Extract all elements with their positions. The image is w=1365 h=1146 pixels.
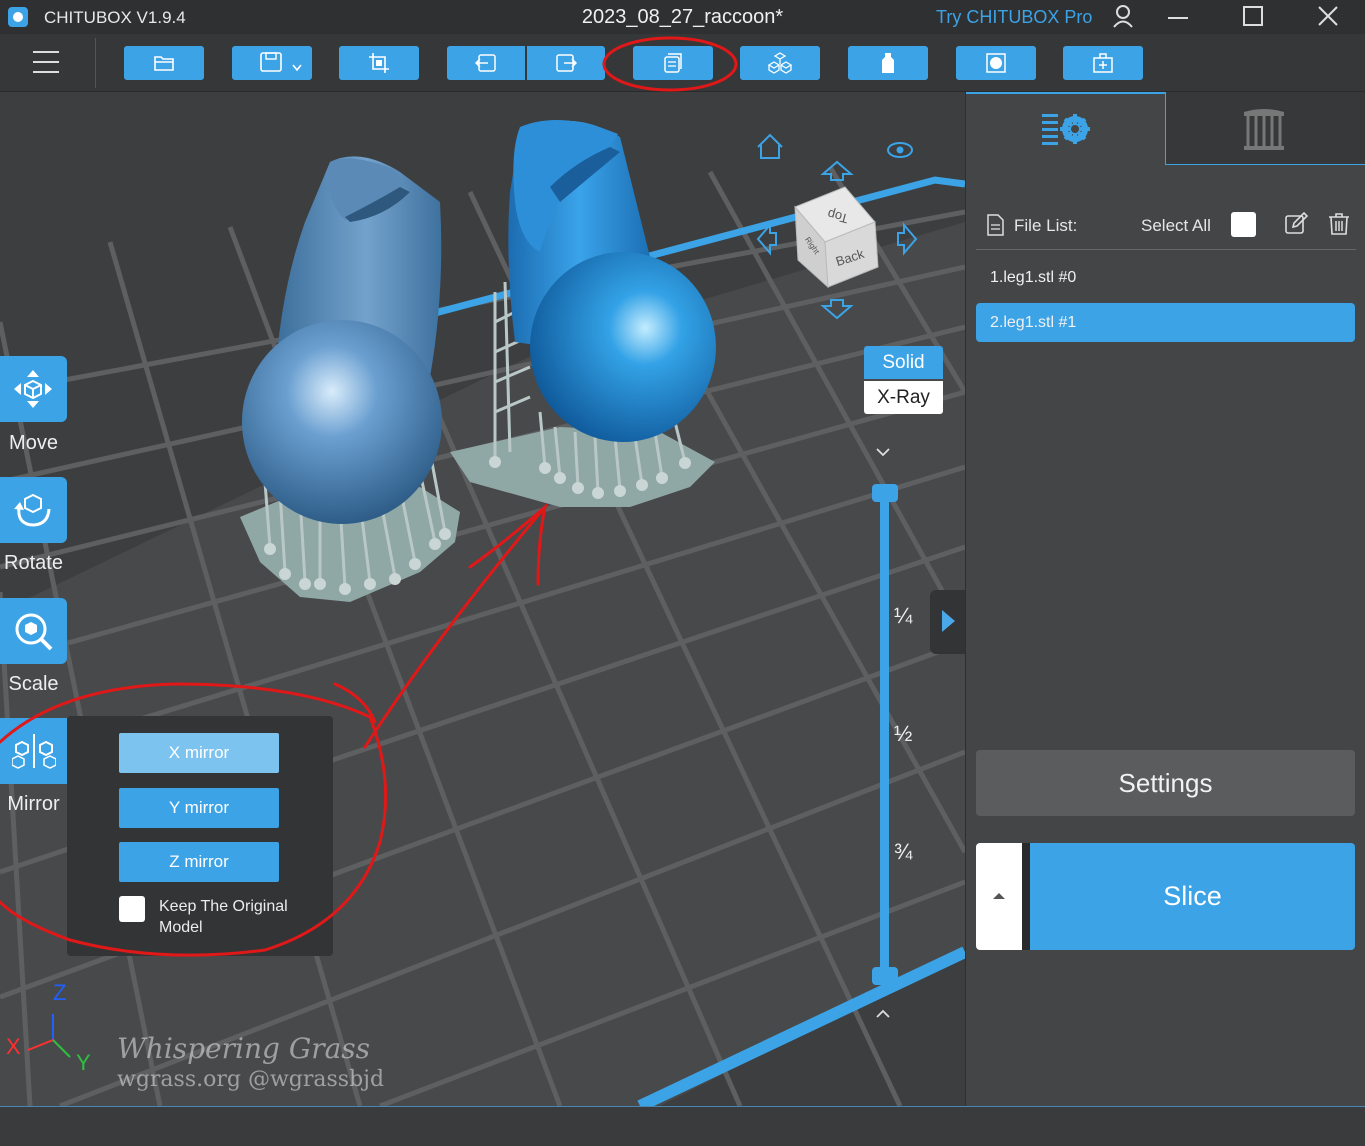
slider-mark-three-quarter: ¾	[894, 839, 913, 864]
open-folder-icon	[154, 56, 174, 71]
move-arrows-icon	[14, 370, 52, 408]
document-title: 2023_08_27_raccoon*	[581, 6, 784, 28]
x-mirror-button[interactable]: X mirror	[119, 733, 279, 773]
xray-view-button[interactable]: X-Ray	[864, 381, 943, 414]
try-pro-link[interactable]: Try CHITUBOX Pro	[936, 7, 1092, 28]
scale-magnifier-icon	[15, 613, 53, 651]
file-list-header: File List: Select All	[976, 200, 1356, 250]
undo-icon	[475, 54, 496, 72]
list-gear-icon	[1042, 114, 1090, 145]
axis-z-label: Z	[53, 980, 66, 1005]
select-all-label: Select All	[1141, 216, 1211, 235]
select-all-checkbox[interactable]	[1231, 212, 1256, 237]
tab-model-settings[interactable]	[966, 92, 1166, 165]
maximize-button[interactable]	[1238, 4, 1268, 30]
auto-layout-button[interactable]	[740, 46, 820, 80]
mirror-panel: X mirror Y mirror Z mirror Keep The Orig…	[67, 716, 333, 956]
chevron-up-icon[interactable]	[874, 1004, 892, 1025]
file-list-item[interactable]: 1.leg1.stl #0	[976, 258, 1355, 297]
keep-original-label: Keep The Original Model	[159, 898, 288, 936]
scale-tool-label: Scale	[8, 673, 59, 695]
layer-slider-bottom-handle[interactable]	[872, 967, 898, 985]
scale-tool-button[interactable]	[0, 598, 67, 664]
layer-slider-top-handle[interactable]	[872, 484, 898, 502]
keep-original-checkbox[interactable]	[119, 896, 145, 922]
slice-button[interactable]: Slice	[1030, 843, 1355, 950]
move-tool-label: Move	[9, 432, 58, 454]
watermark-line1: Whispering Grass	[117, 1032, 371, 1065]
close-button[interactable]	[1313, 4, 1343, 30]
open-file-button[interactable]	[124, 46, 204, 80]
hamburger-menu-icon[interactable]	[30, 48, 62, 76]
settings-button[interactable]: Settings	[976, 750, 1355, 816]
hollow-button[interactable]	[848, 46, 928, 80]
redo-button[interactable]	[527, 46, 605, 80]
rotate-icon	[14, 493, 51, 527]
3d-viewport[interactable]: Top Back Right Z X Y Move Rotate Scale M…	[0, 92, 965, 1106]
save-icon	[260, 52, 302, 72]
rotate-tool-label: Rotate	[4, 552, 63, 574]
supports-columns-icon	[1244, 109, 1284, 150]
crop-frame-icon	[369, 53, 389, 73]
rotate-tool-button[interactable]	[0, 477, 67, 543]
axis-x-label: X	[6, 1034, 21, 1059]
account-icon[interactable]	[1108, 4, 1138, 30]
move-tool-button[interactable]	[0, 356, 67, 422]
z-mirror-button[interactable]: Z mirror	[119, 842, 279, 882]
layout-cubes-icon	[768, 52, 792, 74]
redo-icon	[556, 54, 577, 72]
dig-hole-button[interactable]	[956, 46, 1036, 80]
hollow-bottle-icon	[882, 53, 894, 73]
watermark: Whispering Grass wgrass.org @wgrassbjd	[117, 1032, 384, 1092]
slice-separator	[1022, 843, 1030, 950]
axis-y-label: Y	[76, 1050, 91, 1075]
file-list-item-selected[interactable]: 2.leg1.stl #1	[976, 303, 1355, 342]
crop-frame-button[interactable]	[339, 46, 419, 80]
duplicate-highlight-circle	[602, 36, 738, 92]
tab-supports[interactable]	[1166, 92, 1365, 165]
slice-button-group: Slice	[976, 843, 1355, 950]
right-panel: File List: Select All 1.leg1.stl #0 2.le…	[965, 92, 1365, 1106]
file-document-icon	[987, 214, 1004, 236]
slider-mark-half: ½	[894, 721, 913, 746]
home-view-icon[interactable]	[757, 133, 783, 159]
trash-icon[interactable]	[1328, 212, 1350, 236]
chevron-down-icon[interactable]	[874, 442, 892, 463]
save-button[interactable]	[232, 46, 312, 80]
mirror-tool-button[interactable]	[0, 718, 67, 784]
mirror-tool-label: Mirror	[7, 793, 60, 815]
toolbox-button[interactable]	[1063, 46, 1143, 80]
y-mirror-button[interactable]: Y mirror	[119, 788, 279, 828]
toolbox-icon	[1093, 53, 1113, 73]
slider-mark-quarter: ¼	[894, 603, 913, 628]
panel-collapse-handle[interactable]	[930, 590, 965, 654]
chitubox-window: CHITUBOX V1.9.4 2023_08_27_raccoon* Try …	[0, 0, 1365, 1146]
solid-view-button[interactable]: Solid	[864, 346, 943, 379]
undo-button[interactable]	[447, 46, 525, 80]
mirror-icon	[12, 734, 56, 769]
minimize-button[interactable]	[1163, 4, 1193, 30]
title-bar: CHITUBOX V1.9.4 2023_08_27_raccoon* Try …	[0, 0, 1365, 34]
watermark-line2: wgrass.org @wgrassbjd	[117, 1067, 385, 1092]
dig-hole-icon	[986, 53, 1006, 73]
layer-slider-track[interactable]	[880, 490, 889, 980]
toolbar-divider	[95, 38, 96, 88]
file-list-label: File List:	[1014, 216, 1078, 235]
slice-options-expand-button[interactable]	[976, 843, 1022, 950]
edit-icon[interactable]	[1284, 212, 1308, 236]
status-bar	[0, 1106, 1365, 1146]
